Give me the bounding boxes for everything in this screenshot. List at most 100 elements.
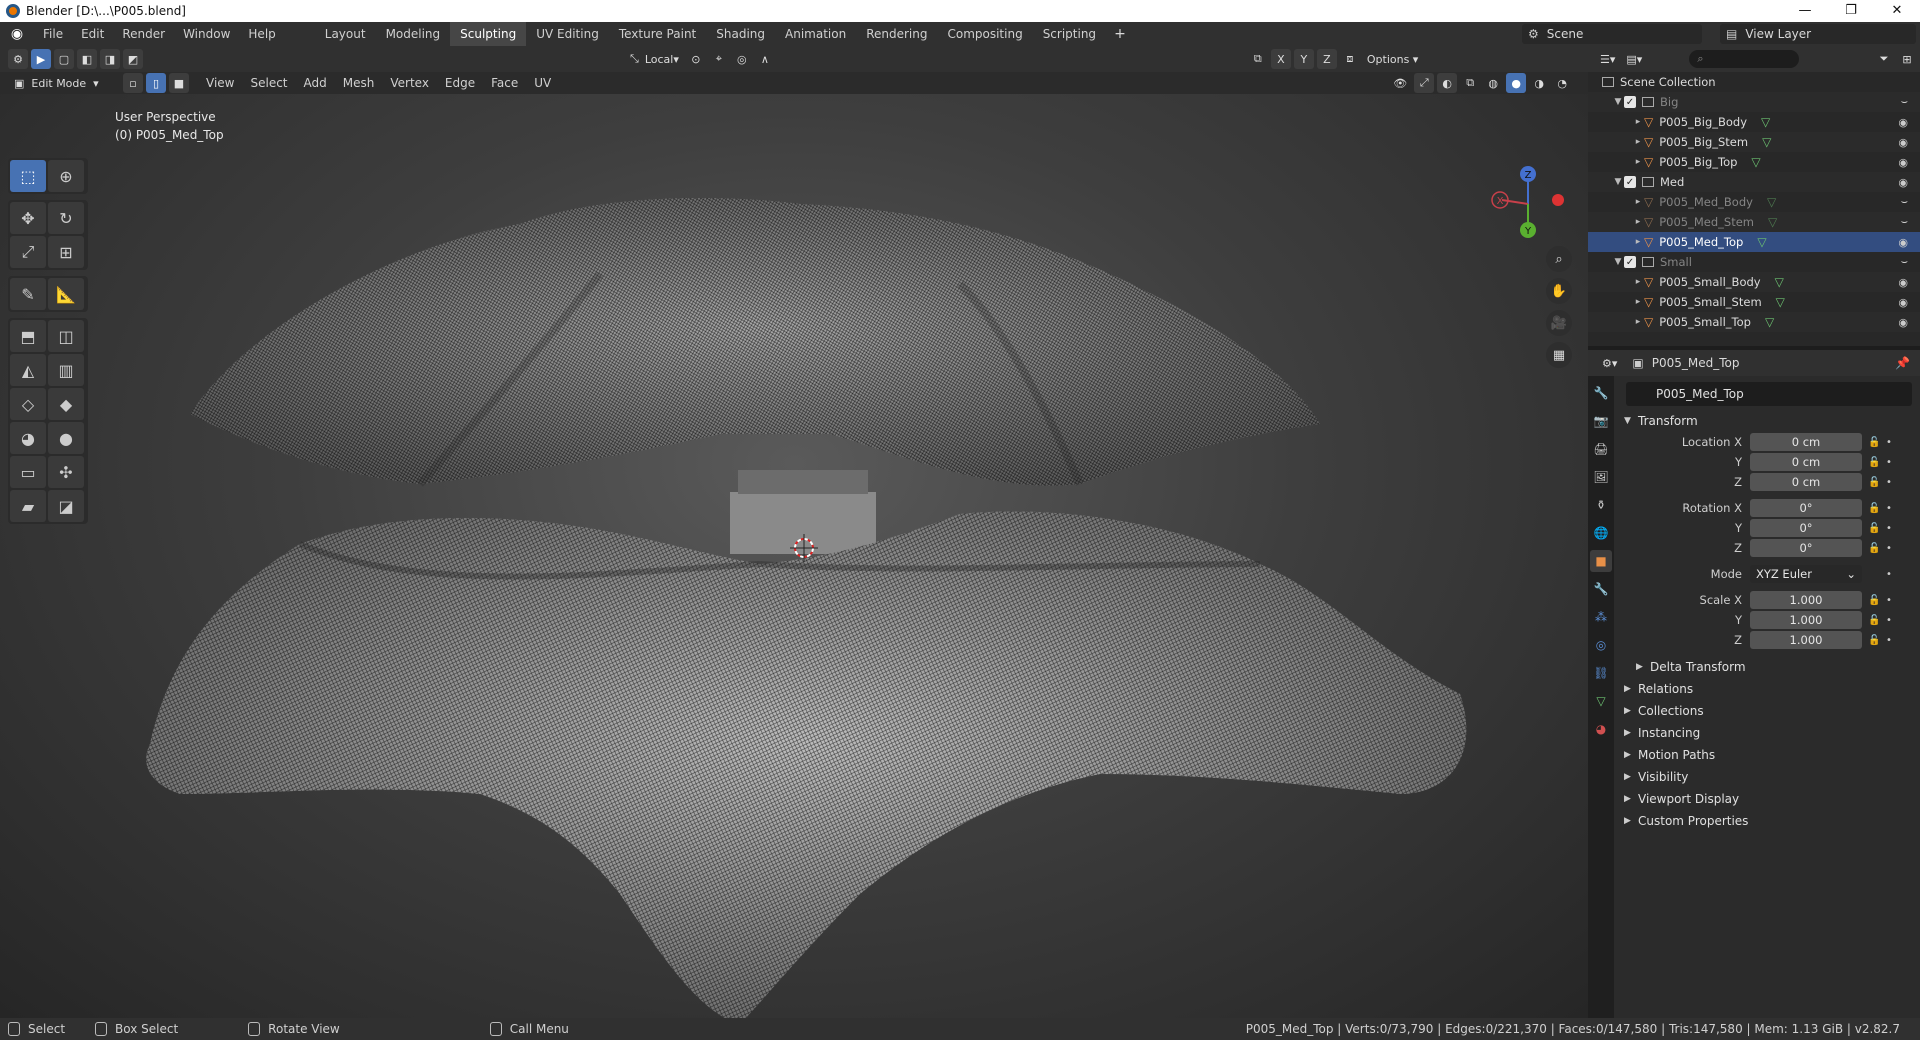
navigation-gizmo[interactable]: Z X Y (1488, 164, 1568, 244)
menu-edge[interactable]: Edge (437, 72, 483, 94)
tab-uv-editing[interactable]: UV Editing (526, 22, 609, 46)
keyframe-icon[interactable]: • (1886, 635, 1892, 646)
bevel-tool-icon[interactable]: ◭ (10, 354, 46, 386)
keyframe-icon[interactable]: • (1886, 569, 1892, 580)
auto-merge-icon[interactable]: ⧈ (1340, 49, 1360, 69)
viewport-display-panel-header[interactable]: ▶ Viewport Display (1618, 788, 1920, 810)
expand-arrow-icon[interactable]: ▸ (1632, 117, 1644, 127)
menu-view[interactable]: View (198, 72, 242, 94)
collection-row[interactable]: ▼ ✓ Med ◉ (1588, 172, 1920, 192)
tab-layout[interactable]: Layout (315, 22, 376, 46)
select-invert-icon[interactable]: ◩ (123, 49, 143, 69)
transform-orientation-dropdown[interactable]: ⤡ Local ▾ (626, 49, 683, 69)
delta-transform-header[interactable]: ▶ Delta Transform (1618, 656, 1920, 678)
axis-x-toggle[interactable]: X (1270, 49, 1291, 69)
outliner-search-input[interactable]: ⌕ (1689, 50, 1800, 68)
object-row[interactable]: ▸ ▽ P005_Big_Top ▽ ◉ (1588, 152, 1920, 172)
output-tab-icon[interactable]: 🖨 (1590, 438, 1612, 460)
eye-icon[interactable]: ◉ (1898, 316, 1908, 329)
maximize-button[interactable]: ❐ (1828, 0, 1874, 22)
object-row[interactable]: ▸ ▽ P005_Small_Stem ▽ ◉ (1588, 292, 1920, 312)
loop-cut-tool-icon[interactable]: ▥ (48, 354, 84, 386)
scene-collection-row[interactable]: Scene Collection (1588, 72, 1920, 92)
custom-properties-panel-header[interactable]: ▶ Custom Properties (1618, 810, 1920, 832)
menu-vertex[interactable]: Vertex (382, 72, 437, 94)
keyframe-icon[interactable]: • (1886, 595, 1892, 606)
move-tool-icon[interactable]: ✥ (10, 202, 46, 234)
transform-panel-header[interactable]: ▼ Transform (1618, 410, 1920, 432)
menu-help[interactable]: Help (239, 22, 284, 46)
editor-type-icon[interactable]: ⚙ (8, 49, 28, 69)
rotation-y-field[interactable]: 0° (1750, 519, 1862, 537)
expand-arrow-icon[interactable]: ▸ (1632, 157, 1644, 167)
blender-menu-icon[interactable]: ◉ (8, 26, 26, 42)
menu-render[interactable]: Render (113, 22, 174, 46)
keyframe-icon[interactable]: • (1886, 543, 1892, 554)
face-select-mode[interactable]: ■ (169, 73, 189, 93)
render-tab-icon[interactable]: 📷 (1590, 410, 1612, 432)
expand-arrow-icon[interactable]: ▸ (1632, 137, 1644, 147)
tool-tab-icon[interactable]: 🔧 (1590, 382, 1612, 404)
object-row-selected[interactable]: ▸ ▽ P005_Med_Top ▽ ◉ (1588, 232, 1920, 252)
annotate-tool-icon[interactable]: ✎ (10, 278, 46, 310)
select-box-tool-icon[interactable]: ⬚ (10, 160, 46, 192)
shading-wireframe-icon[interactable]: ◍ (1483, 73, 1503, 93)
rotate-tool-icon[interactable]: ↻ (48, 202, 84, 234)
axis-y-toggle[interactable]: Y (1293, 49, 1314, 69)
eye-icon[interactable]: ◉ (1898, 136, 1908, 149)
lock-icon[interactable]: 🔓 (1868, 477, 1882, 488)
new-collection-icon[interactable]: ⊞ (1897, 49, 1917, 69)
keyframe-icon[interactable]: • (1886, 523, 1892, 534)
object-row[interactable]: ▸ ▽ P005_Small_Top ▽ ◉ (1588, 312, 1920, 332)
inset-tool-icon[interactable]: ◫ (48, 320, 84, 352)
smooth-tool-icon[interactable]: ● (48, 422, 84, 454)
gizmo-toggle-icon[interactable]: ⤢ (1414, 73, 1435, 93)
menu-add[interactable]: Add (296, 72, 335, 94)
shrink-fatten-tool-icon[interactable]: ✣ (48, 456, 84, 488)
keyframe-icon[interactable]: • (1886, 503, 1892, 514)
keyframe-icon[interactable]: • (1886, 615, 1892, 626)
spin-tool-icon[interactable]: ◕ (10, 422, 46, 454)
eye-icon[interactable]: ◉ (1898, 276, 1908, 289)
tab-modeling[interactable]: Modeling (376, 22, 451, 46)
menu-edit[interactable]: Edit (72, 22, 113, 46)
checkbox-icon[interactable]: ✓ (1624, 256, 1636, 268)
pin-icon[interactable]: 📌 (1895, 356, 1910, 370)
object-name-field[interactable]: P005_Med_Top (1626, 382, 1912, 406)
constraints-tab-icon[interactable]: ⛓ (1590, 662, 1612, 684)
lock-icon[interactable]: 🔓 (1868, 523, 1882, 534)
rotation-x-field[interactable]: 0° (1750, 499, 1862, 517)
tab-shading[interactable]: Shading (706, 22, 775, 46)
collapse-arrow-icon[interactable]: ▼ (1612, 177, 1624, 187)
extrude-tool-icon[interactable]: ⬒ (10, 320, 46, 352)
properties-editor-icon[interactable]: ⚙▾ (1598, 353, 1621, 373)
select-tool-icon[interactable]: ▶ (31, 49, 51, 69)
keyframe-icon[interactable]: • (1886, 437, 1892, 448)
menu-face[interactable]: Face (483, 72, 526, 94)
tab-animation[interactable]: Animation (775, 22, 856, 46)
menu-window[interactable]: Window (174, 22, 239, 46)
rip-tool-icon[interactable]: ◪ (48, 490, 84, 522)
shear-tool-icon[interactable]: ▰ (10, 490, 46, 522)
add-workspace-button[interactable]: + (1106, 26, 1134, 42)
visibility-icon[interactable]: 👁 (1389, 73, 1411, 93)
collections-panel-header[interactable]: ▶ Collections (1618, 700, 1920, 722)
vertex-select-mode[interactable]: ▫ (123, 73, 143, 93)
rotation-mode-dropdown[interactable]: XYZ Euler ⌄ (1750, 565, 1862, 583)
checkbox-icon[interactable]: ✓ (1624, 176, 1636, 188)
edge-slide-tool-icon[interactable]: ▭ (10, 456, 46, 488)
snap-icon[interactable]: ⌖ (709, 49, 729, 69)
mirror-icon[interactable]: ⧉ (1248, 49, 1268, 69)
eye-icon[interactable]: ◉ (1898, 176, 1908, 189)
shading-material-icon[interactable]: ◑ (1529, 73, 1549, 93)
scale-z-field[interactable]: 1.000 (1750, 631, 1862, 649)
world-tab-icon[interactable]: 🌐 (1590, 522, 1612, 544)
view-layer-selector[interactable]: ▤ View Layer (1720, 24, 1916, 44)
3d-viewport[interactable]: User Perspective (0) P005_Med_Top ⬚ ⊕ ✥ … (0, 94, 1588, 1018)
rotation-z-field[interactable]: 0° (1750, 539, 1862, 557)
display-mode-icon[interactable]: ▤▾ (1622, 49, 1646, 69)
proportional-edit-icon[interactable]: ◎ (732, 49, 752, 69)
knife-tool-icon[interactable]: ◇ (10, 388, 46, 420)
collection-row[interactable]: ▼ ✓ Big ⌣ (1588, 92, 1920, 112)
object-row[interactable]: ▸ ▽ P005_Med_Stem ▽ ⌣ (1588, 212, 1920, 232)
